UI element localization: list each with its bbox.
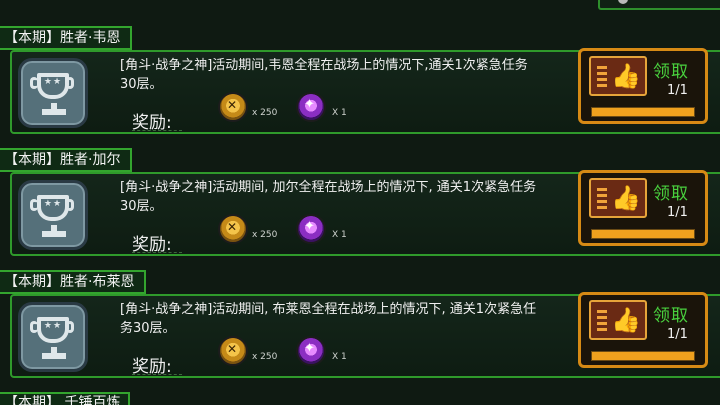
top-panel-fragment	[598, 0, 720, 10]
gold-coin-icon[interactable]	[218, 92, 248, 122]
reward-quantity: X 1	[332, 108, 347, 118]
progress-text: 1/1	[667, 83, 688, 98]
claim-button[interactable]: 👍 领取 1/1	[578, 48, 708, 124]
claim-button[interactable]: 👍 领取 1/1	[578, 292, 708, 368]
quest-description: [角斗·战争之神]活动期间, 加尔全程在战场上的情况下, 通关1次紧急任务30层…	[120, 180, 537, 214]
settings-icon	[618, 0, 628, 4]
purple-gem-icon[interactable]	[296, 336, 326, 366]
reward-quantity: X 1	[332, 352, 347, 362]
trophy-icon: ★★	[18, 58, 88, 128]
rewards-row: 奖励: x 250 X 1	[120, 214, 380, 255]
reward-quantity: X 1	[332, 230, 347, 240]
claim-button[interactable]: 👍 领取 1/1	[578, 170, 708, 246]
thumbs-up-icon: 👍	[589, 56, 647, 96]
progress-bar	[591, 351, 695, 361]
quest-description: [角斗·战争之神]活动期间,韦恩全程在战场上的情况下,通关1次紧急任务30层。	[120, 58, 528, 92]
rewards-row: 奖励: x 250 X 1	[120, 92, 380, 133]
quest-tab: 【本期】 千锤百炼	[0, 392, 131, 405]
progress-text: 1/1	[667, 327, 688, 342]
quest-panel: ★★ [角斗·战争之神]活动期间,韦恩全程在战场上的情况下,通关1次紧急任务30…	[10, 48, 720, 134]
thumbs-up-icon: 👍	[589, 178, 647, 218]
quest-tab: 【本期】胜者·加尔	[0, 148, 133, 172]
trophy-icon: ★★	[18, 180, 88, 250]
quest-panel: ★★ [角斗·战争之神]活动期间, 布莱恩全程在战场上的情况下, 通关1次紧急任…	[10, 292, 720, 378]
thumbs-up-icon: 👍	[589, 300, 647, 340]
rewards-row: 奖励: x 250 X 1	[120, 336, 380, 377]
quest-panel: ★★ [角斗·战争之神]活动期间, 加尔全程在战场上的情况下, 通关1次紧急任务…	[10, 170, 720, 256]
trophy-icon: ★★	[18, 302, 88, 372]
gold-coin-icon[interactable]	[218, 214, 248, 244]
quest-description: [角斗·战争之神]活动期间, 布莱恩全程在战场上的情况下, 通关1次紧急任务30…	[120, 302, 537, 336]
progress-bar	[591, 107, 695, 117]
quest-tab: 【本期】胜者·韦恩	[0, 26, 133, 50]
progress-text: 1/1	[667, 205, 688, 220]
claim-label: 领取	[653, 184, 689, 204]
gold-coin-icon[interactable]	[218, 336, 248, 366]
claim-label: 领取	[653, 306, 689, 326]
reward-quantity: x 250	[252, 230, 278, 240]
progress-bar	[591, 229, 695, 239]
reward-quantity: x 250	[252, 352, 278, 362]
purple-gem-icon[interactable]	[296, 214, 326, 244]
claim-label: 领取	[653, 62, 689, 82]
quest-tab: 【本期】胜者·布莱恩	[0, 270, 147, 294]
purple-gem-icon[interactable]	[296, 92, 326, 122]
reward-quantity: x 250	[252, 108, 278, 118]
